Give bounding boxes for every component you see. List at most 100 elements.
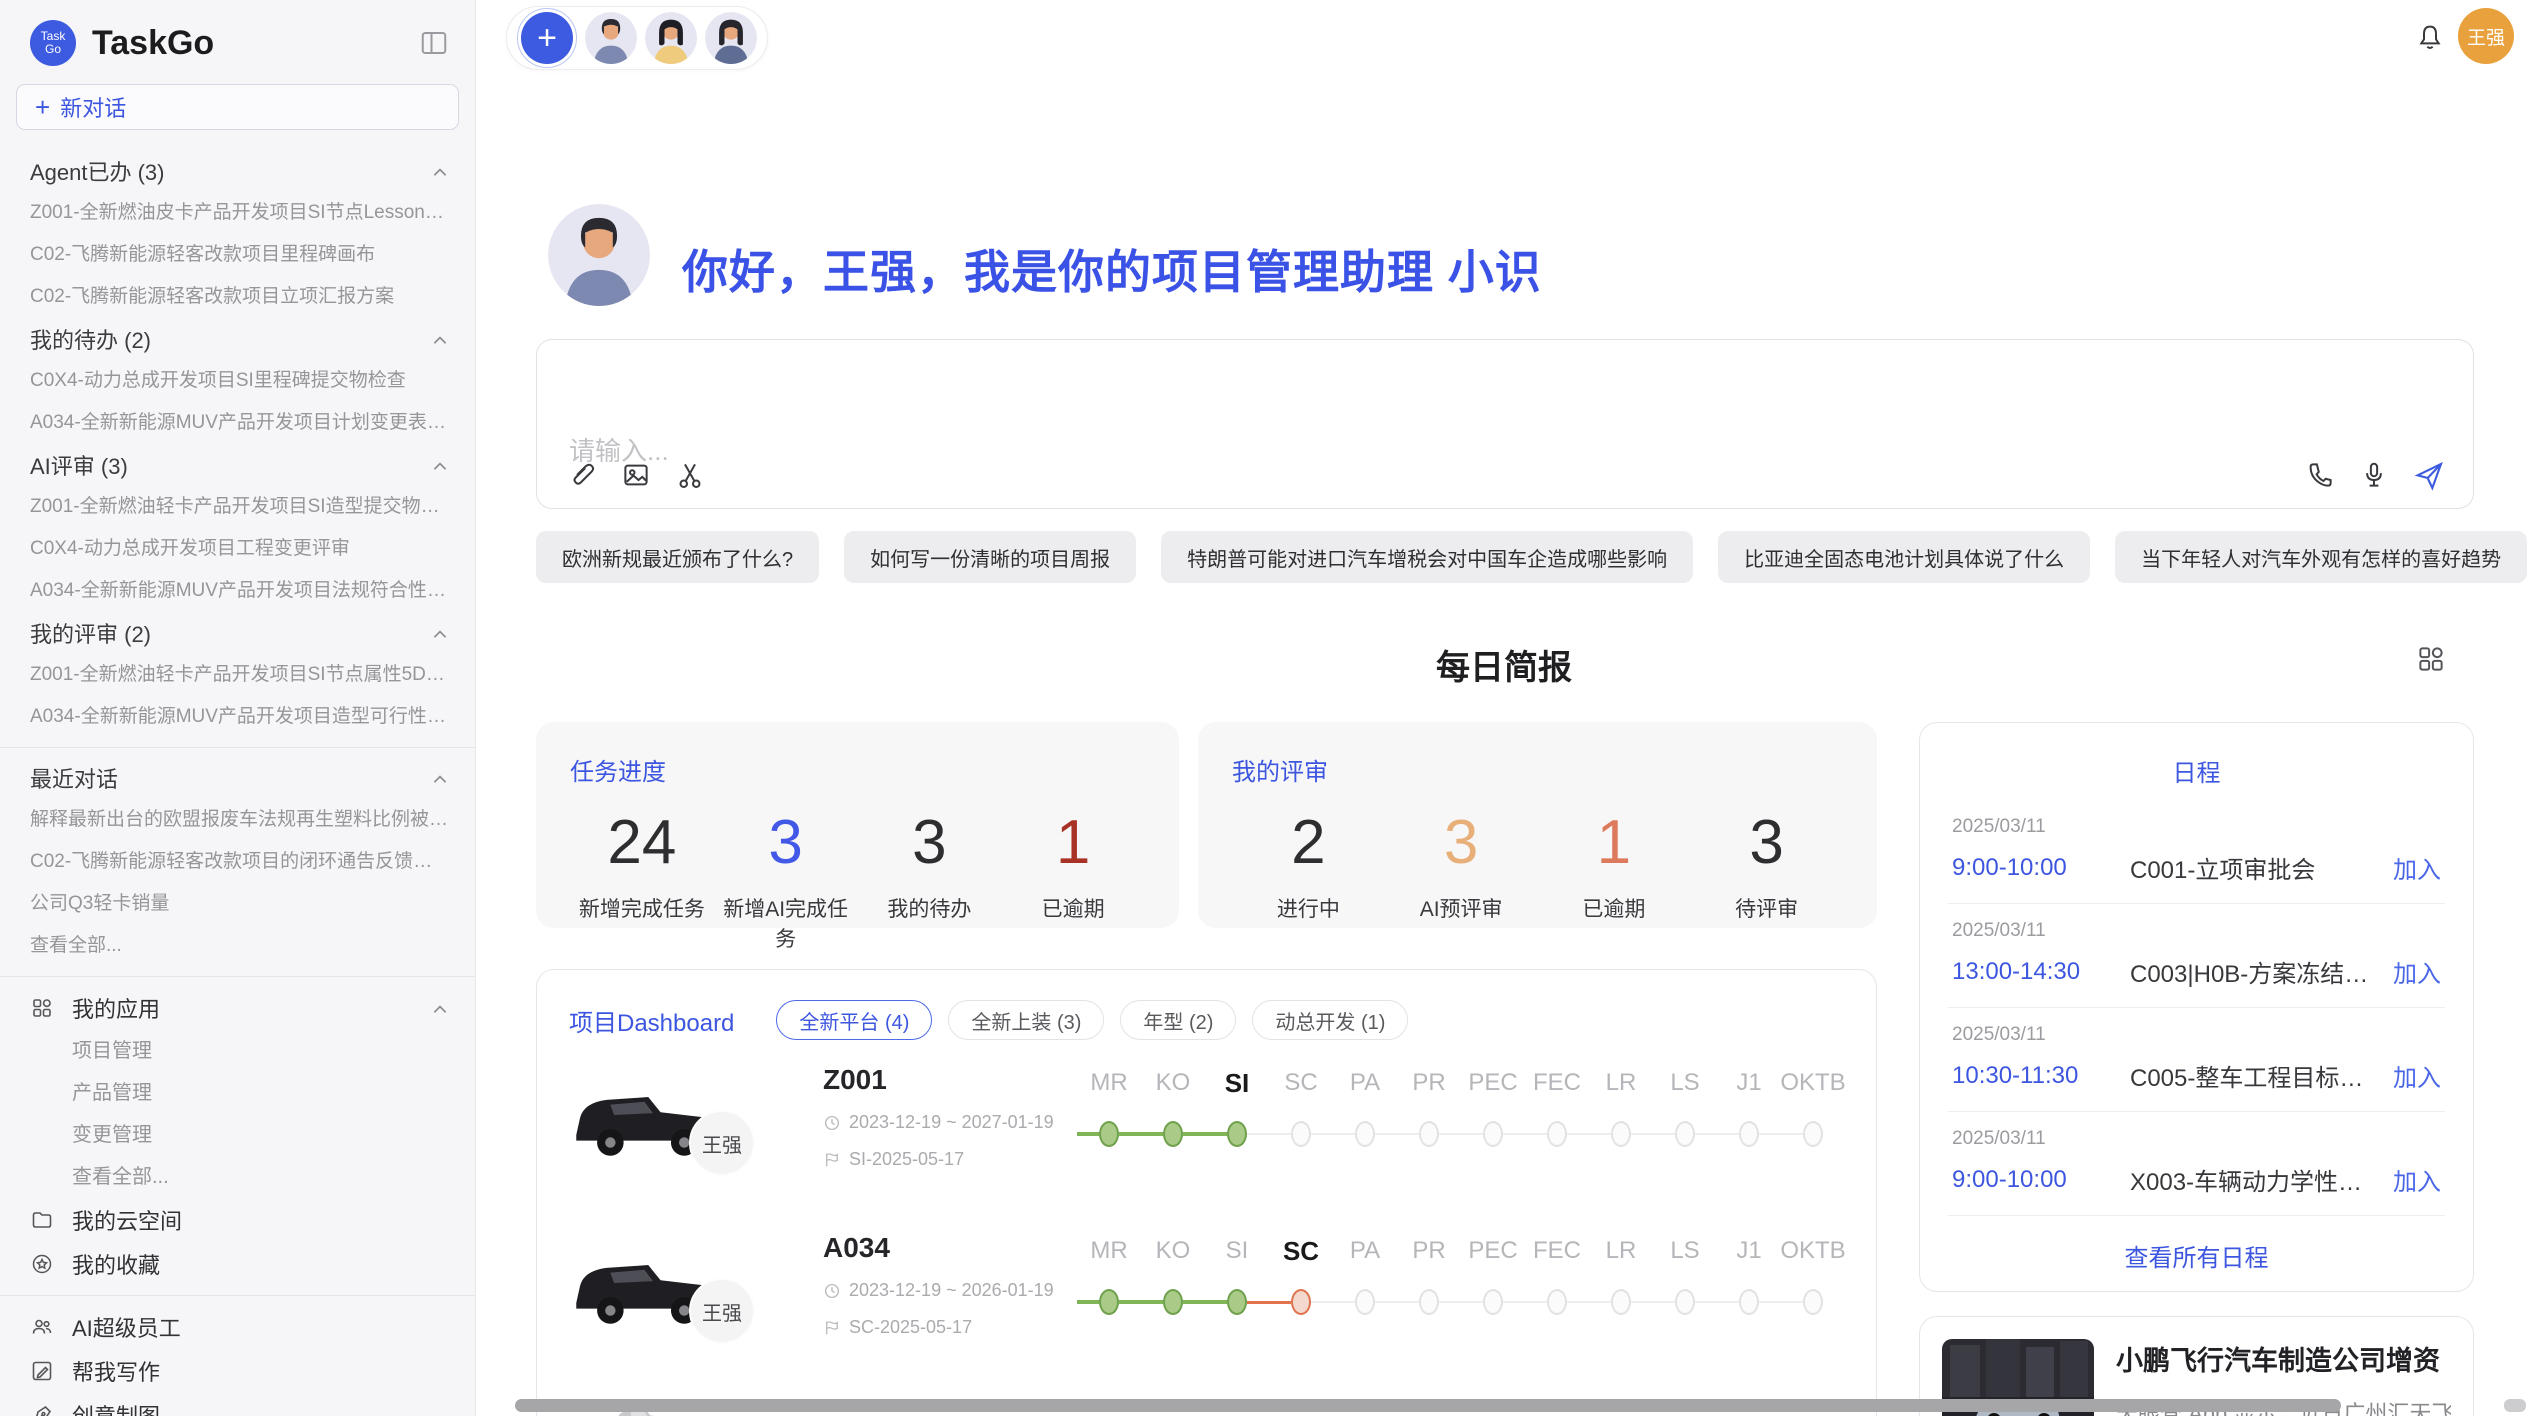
chat-input[interactable] xyxy=(569,436,1769,467)
sidebar-item-my-apps[interactable]: 我的应用 xyxy=(0,986,475,1030)
sidebar-section-header[interactable]: 最近对话 xyxy=(0,757,475,799)
sidebar-item-folder[interactable]: 我的云空间 xyxy=(0,1198,475,1242)
milestone-label: MR xyxy=(1090,1066,1127,1100)
stat-label: 待评审 xyxy=(1690,893,1843,923)
filter-pill[interactable]: 动总开发 (1) xyxy=(1252,1000,1408,1040)
milestone-step: J1 xyxy=(1717,1066,1781,1154)
milestone-segment xyxy=(1461,1133,1483,1135)
milestone-segment xyxy=(1375,1301,1397,1303)
milestone-step: PEC xyxy=(1461,1066,1525,1154)
stat-value: 24 xyxy=(570,805,714,881)
app-submenu-item[interactable]: 查看全部... xyxy=(0,1156,475,1198)
milestone-segment xyxy=(1759,1133,1781,1135)
join-link[interactable]: 加入 xyxy=(2393,850,2441,885)
sidebar-section-header[interactable]: AI评审 (3) xyxy=(0,444,475,486)
milestone-track xyxy=(1397,1114,1461,1154)
stat-label: 已逾期 xyxy=(1538,893,1691,923)
suggestion-chip[interactable]: 特朗普可能对进口汽车增税会对中国车企造成哪些影响 xyxy=(1161,531,1693,583)
stat-cell: 3 待评审 xyxy=(1690,805,1843,923)
sidebar-section-header[interactable]: Agent已办 (3) xyxy=(0,150,475,192)
project-dates-text: 2023-12-19 ~ 2027-01-19 xyxy=(849,1112,1054,1133)
milestone-segment xyxy=(1439,1301,1461,1303)
suggestion-chip[interactable]: 当下年轻人对汽车外观有怎样的喜好趋势 xyxy=(2115,531,2527,583)
image-icon[interactable] xyxy=(621,460,651,490)
milestone-step: PEC xyxy=(1461,1234,1525,1322)
sidebar-apps: 我的应用项目管理产品管理变更管理查看全部... xyxy=(0,986,475,1198)
phone-call-icon[interactable] xyxy=(2305,460,2335,490)
suggestion-chip[interactable]: 比亚迪全固态电池计划具体说了什么 xyxy=(1718,531,2090,583)
section-label: 我的评审 (2) xyxy=(30,617,431,649)
add-assistant-button[interactable]: + xyxy=(517,8,577,68)
recent-conversation-item[interactable]: 公司Q3轻卡销量 xyxy=(0,883,475,925)
project-row[interactable]: 王强A0342023-12-19 ~ 2026-01-19SC-2025-05-… xyxy=(537,1216,1876,1376)
stat-value: 2 xyxy=(1232,805,1385,881)
microphone-icon[interactable] xyxy=(2359,460,2389,490)
join-link[interactable]: 加入 xyxy=(2393,954,2441,989)
join-link[interactable]: 加入 xyxy=(2393,1058,2441,1093)
new-chat-button[interactable]: + 新对话 xyxy=(16,84,459,130)
sidebar-item[interactable]: Z001-全新燃油轻卡产品开发项目SI节点属性5D文件评审 xyxy=(0,654,475,696)
milestone-segment xyxy=(1311,1301,1333,1303)
daily-briefing-title: 每日简报 xyxy=(476,640,2532,689)
send-icon[interactable] xyxy=(2413,460,2443,490)
sidebar-item-write[interactable]: 帮我写作 xyxy=(0,1349,475,1393)
schedule-event-title: C005-整车工程目标评审 xyxy=(2130,1058,2379,1093)
sidebar-item[interactable]: Z001-全新燃油轻卡产品开发项目SI造型提交物评审 xyxy=(0,486,475,528)
collapse-sidebar-icon[interactable] xyxy=(419,28,449,58)
stat-cell: 1已逾期 xyxy=(1538,805,1691,923)
suggestion-chip[interactable]: 如何写一份清晰的项目周报 xyxy=(844,531,1136,583)
sidebar-item[interactable]: C02-飞腾新能源轻客改款项目里程碑画布 xyxy=(0,234,475,276)
horizontal-scrollbar[interactable] xyxy=(515,1399,2341,1412)
user-avatar[interactable]: 王强 xyxy=(2458,8,2514,64)
assistant-avatar-1[interactable] xyxy=(585,12,637,64)
divider xyxy=(0,1295,475,1296)
recent-conversation-item[interactable]: C02-飞腾新能源轻客改款项目的闭环通告反馈情况 xyxy=(0,841,475,883)
view-all-schedule-link[interactable]: 查看所有日程 xyxy=(1948,1216,2445,1273)
milestone-segment xyxy=(1247,1301,1269,1304)
sidebar-item-people[interactable]: AI超级员工 xyxy=(0,1305,475,1349)
sidebar-item[interactable]: C0X4-动力总成开发项目工程变更评审 xyxy=(0,528,475,570)
filter-pill[interactable]: 全新上装 (3) xyxy=(948,1000,1104,1040)
suggestion-chip[interactable]: 欧洲新规最近颁布了什么? xyxy=(536,531,819,583)
recent-conversation-item[interactable]: 解释最新出台的欧盟报废车法规再生塑料比例被调至15%... xyxy=(0,799,475,841)
schedule-time: 10:30-11:30 xyxy=(1952,1062,2130,1090)
assistant-avatar-3[interactable] xyxy=(705,12,757,64)
milestone-segment xyxy=(1333,1301,1355,1303)
recent-conversation-item[interactable]: 查看全部... xyxy=(0,925,475,967)
briefing-layout-icon[interactable] xyxy=(2416,644,2446,674)
milestone-segment xyxy=(1247,1133,1269,1135)
stat-cells: 24新增完成任务3新增AI完成任务3我的待办1已逾期 xyxy=(570,805,1145,953)
filter-pill[interactable]: 年型 (2) xyxy=(1120,1000,1236,1040)
sidebar-item[interactable]: A034-全新新能源MUV产品开发项目计划变更表编写 xyxy=(0,402,475,444)
app-submenu-item[interactable]: 产品管理 xyxy=(0,1072,475,1114)
sidebar-item[interactable]: Z001-全新燃油皮卡产品开发项目SI节点Lesson Learn报告 xyxy=(0,192,475,234)
left-column: 任务进度24新增完成任务3新增AI完成任务3我的待办1已逾期我的评审2进行中3A… xyxy=(536,722,1877,1416)
milestone-track xyxy=(1269,1282,1333,1322)
sidebar-item-pen[interactable]: 创意制图 xyxy=(0,1393,475,1416)
sidebar-item-star[interactable]: 我的收藏 xyxy=(0,1242,475,1286)
sidebar-item[interactable]: C0X4-动力总成开发项目SI里程碑提交物检查 xyxy=(0,360,475,402)
chevron-up-icon xyxy=(431,999,449,1017)
join-link[interactable]: 加入 xyxy=(2393,1162,2441,1197)
attachment-icon[interactable] xyxy=(567,460,597,490)
filter-pill[interactable]: 全新平台 (4) xyxy=(776,1000,932,1040)
milestone-label: SC xyxy=(1283,1234,1319,1268)
project-row[interactable]: 王强Z0012023-12-19 ~ 2027-01-19SI-2025-05-… xyxy=(537,1048,1876,1208)
milestone-step: PA xyxy=(1333,1234,1397,1322)
assistant-avatar-2[interactable] xyxy=(645,12,697,64)
people-icon xyxy=(30,1315,54,1339)
app-submenu-item[interactable]: 项目管理 xyxy=(0,1030,475,1072)
schedule-item: 2025/03/119:00-10:00X003-车辆动力学性能验...加入 xyxy=(1948,1112,2445,1216)
sidebar-section-header[interactable]: 我的待办 (2) xyxy=(0,318,475,360)
project-dates: 2023-12-19 ~ 2026-01-19 xyxy=(823,1280,1073,1301)
sidebar-section-header[interactable]: 我的评审 (2) xyxy=(0,612,475,654)
stat-value: 3 xyxy=(1690,805,1843,881)
scissors-icon[interactable] xyxy=(675,460,705,490)
app-submenu-item[interactable]: 变更管理 xyxy=(0,1114,475,1156)
sidebar-item[interactable]: C02-飞腾新能源轻客改款项目立项汇报方案 xyxy=(0,276,475,318)
right-column: 日程 2025/03/119:00-10:00C001-立项审批会加入2025/… xyxy=(1919,722,2474,1416)
sidebar-item[interactable]: A034-全新新能源MUV产品开发项目造型可行性评审 xyxy=(0,696,475,738)
notification-bell-icon[interactable] xyxy=(2414,22,2446,54)
sidebar-item[interactable]: A034-全新新能源MUV产品开发项目法规符合性评审 xyxy=(0,570,475,612)
milestone-track xyxy=(1205,1114,1269,1154)
